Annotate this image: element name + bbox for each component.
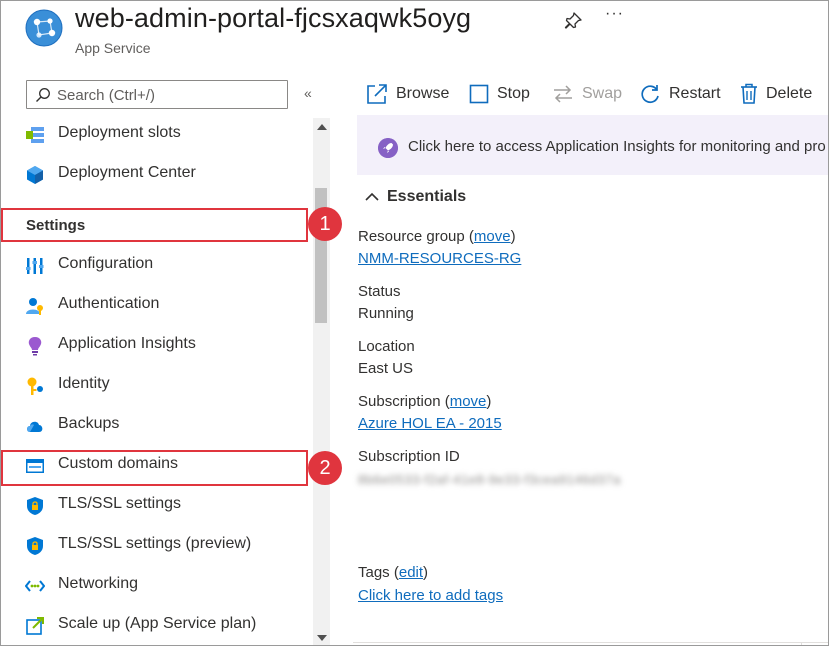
page-title: web-admin-portal-fjcsxaqwk5oyg <box>75 3 472 33</box>
sidebar-item-label: Application Insights <box>58 335 196 352</box>
sidebar-item-label: Deployment slots <box>58 124 181 141</box>
scale-up-icon <box>26 617 44 635</box>
restart-icon <box>641 85 659 104</box>
shield-icon <box>27 497 43 515</box>
sidebar-item-label: Authentication <box>58 295 160 312</box>
subscription-label-text: Subscription ( <box>358 393 450 410</box>
app-insights-banner[interactable]: Click here to access Application Insight… <box>357 115 828 175</box>
subscription-value-link[interactable]: Azure HOL EA - 2015 <box>358 415 502 432</box>
essentials-heading: Essentials <box>387 188 467 205</box>
section-divider <box>353 642 813 643</box>
subscription-close-paren: ) <box>486 393 492 410</box>
app-window: web-admin-portal-fjcsxaqwk5oyg App Servi… <box>0 0 829 646</box>
resource-group-label: Resource group (move) <box>358 228 516 245</box>
scroll-up-arrow-icon[interactable] <box>317 124 327 130</box>
browse-label: Browse <box>396 85 450 102</box>
browse-button[interactable]: Browse <box>366 81 449 107</box>
stop-label: Stop <box>497 85 530 102</box>
add-tags-link[interactable]: Click here to add tags <box>358 587 503 604</box>
tags-edit-link[interactable]: edit <box>399 564 423 581</box>
restart-button[interactable]: Restart <box>639 81 721 107</box>
resource-group-label-text: Resource group ( <box>358 228 474 245</box>
subscription-move-link[interactable]: move <box>450 393 487 410</box>
stop-icon <box>469 84 489 104</box>
resource-type: App Service <box>75 40 151 56</box>
backups-icon <box>27 421 43 432</box>
subscription-id-label: Subscription ID <box>358 448 460 465</box>
subscription-label: Subscription (move) <box>358 393 491 410</box>
chevron-up-icon <box>365 192 379 201</box>
tags-close-paren: ) <box>423 564 429 581</box>
stop-button[interactable]: Stop <box>469 81 530 107</box>
swap-icon <box>554 85 572 103</box>
identity-icon <box>27 377 43 395</box>
sidebar-item-label: Scale up (App Service plan) <box>58 615 257 632</box>
sidebar-item-label: TLS/SSL settings <box>58 495 182 512</box>
sidebar-scrollbar[interactable] <box>313 118 330 645</box>
search-box[interactable] <box>26 80 288 109</box>
highlight-box-custom-domains <box>1 450 308 486</box>
networking-icon <box>25 580 45 592</box>
sidebar-item-label: Configuration <box>58 255 154 272</box>
command-bar: Browse Stop Swap Restart Delete <box>331 71 828 115</box>
swap-label: Swap <box>582 85 623 102</box>
resource-header: web-admin-portal-fjcsxaqwk5oyg App Servi… <box>1 1 828 71</box>
sidebar-item-tls-ssl-settings[interactable]: TLS/SSL settings <box>1 486 311 526</box>
pin-icon[interactable] <box>563 11 583 31</box>
tags-label-text: Tags ( <box>358 564 399 581</box>
section-divider-corner <box>801 642 828 645</box>
sidebar-item-label: Backups <box>58 415 120 432</box>
rocket-icon <box>378 138 398 158</box>
location-value: East US <box>358 360 414 377</box>
delete-button[interactable]: Delete <box>740 81 812 107</box>
resource-group-value-link[interactable]: NMM-RESOURCES-RG <box>358 250 521 267</box>
swap-button[interactable]: Swap <box>552 81 622 107</box>
essentials-toggle[interactable]: Essentials <box>365 188 466 206</box>
highlight-box-settings <box>1 208 308 242</box>
collapse-menu-button[interactable]: « <box>304 85 312 101</box>
more-options-button[interactable]: ··· <box>605 5 624 23</box>
subscription-id-value: 8b6e0533-f2af-41e8-9e33-f3cea9146d37a <box>358 472 621 487</box>
authentication-icon <box>26 298 43 315</box>
sidebar-item-deployment-center[interactable]: Deployment Center <box>1 155 311 195</box>
sidebar-item-label: Networking <box>58 575 139 592</box>
sidebar-item-deployment-slots[interactable]: Deployment slots <box>1 118 311 155</box>
deployment-center-icon <box>27 166 43 184</box>
shield-icon <box>27 537 43 555</box>
sidebar-item-label: Identity <box>58 375 110 392</box>
tags-label: Tags (edit) <box>358 564 428 581</box>
sidebar-item-label: Deployment Center <box>58 164 196 181</box>
deployment-slots-icon <box>26 127 44 143</box>
location-label: Location <box>358 338 415 355</box>
main-content: Browse Stop Swap Restart Delete Click he… <box>331 71 828 645</box>
status-value: Running <box>358 305 414 322</box>
open-external-icon <box>367 84 387 104</box>
search-icon <box>36 88 50 102</box>
sidebar-item-configuration[interactable]: Configuration <box>1 246 311 286</box>
banner-text: Click here to access Application Insight… <box>408 138 826 155</box>
restart-label: Restart <box>669 85 721 102</box>
sidebar-item-identity[interactable]: Identity <box>1 366 311 406</box>
sidebar-item-networking[interactable]: Networking <box>1 566 311 606</box>
sidebar-item-application-insights[interactable]: Application Insights <box>1 326 311 366</box>
resource-group-close-paren: ) <box>510 228 516 245</box>
sidebar: Deployment slots Deployment Center Setti… <box>1 118 313 645</box>
application-insights-icon <box>28 337 42 356</box>
search-input[interactable] <box>57 85 282 105</box>
configuration-icon <box>26 258 44 274</box>
trash-icon <box>741 83 757 104</box>
sidebar-item-backups[interactable]: Backups <box>1 406 311 446</box>
scroll-down-arrow-icon[interactable] <box>317 635 327 641</box>
sidebar-item-scale-up[interactable]: Scale up (App Service plan) <box>1 606 311 645</box>
app-service-icon <box>25 9 63 47</box>
delete-label: Delete <box>766 85 813 102</box>
resource-group-move-link[interactable]: move <box>474 228 511 245</box>
sidebar-item-label: TLS/SSL settings (preview) <box>58 535 252 552</box>
status-label: Status <box>358 283 401 300</box>
sidebar-item-authentication[interactable]: Authentication <box>1 286 311 326</box>
sidebar-item-tls-ssl-settings-preview[interactable]: TLS/SSL settings (preview) <box>1 526 311 566</box>
